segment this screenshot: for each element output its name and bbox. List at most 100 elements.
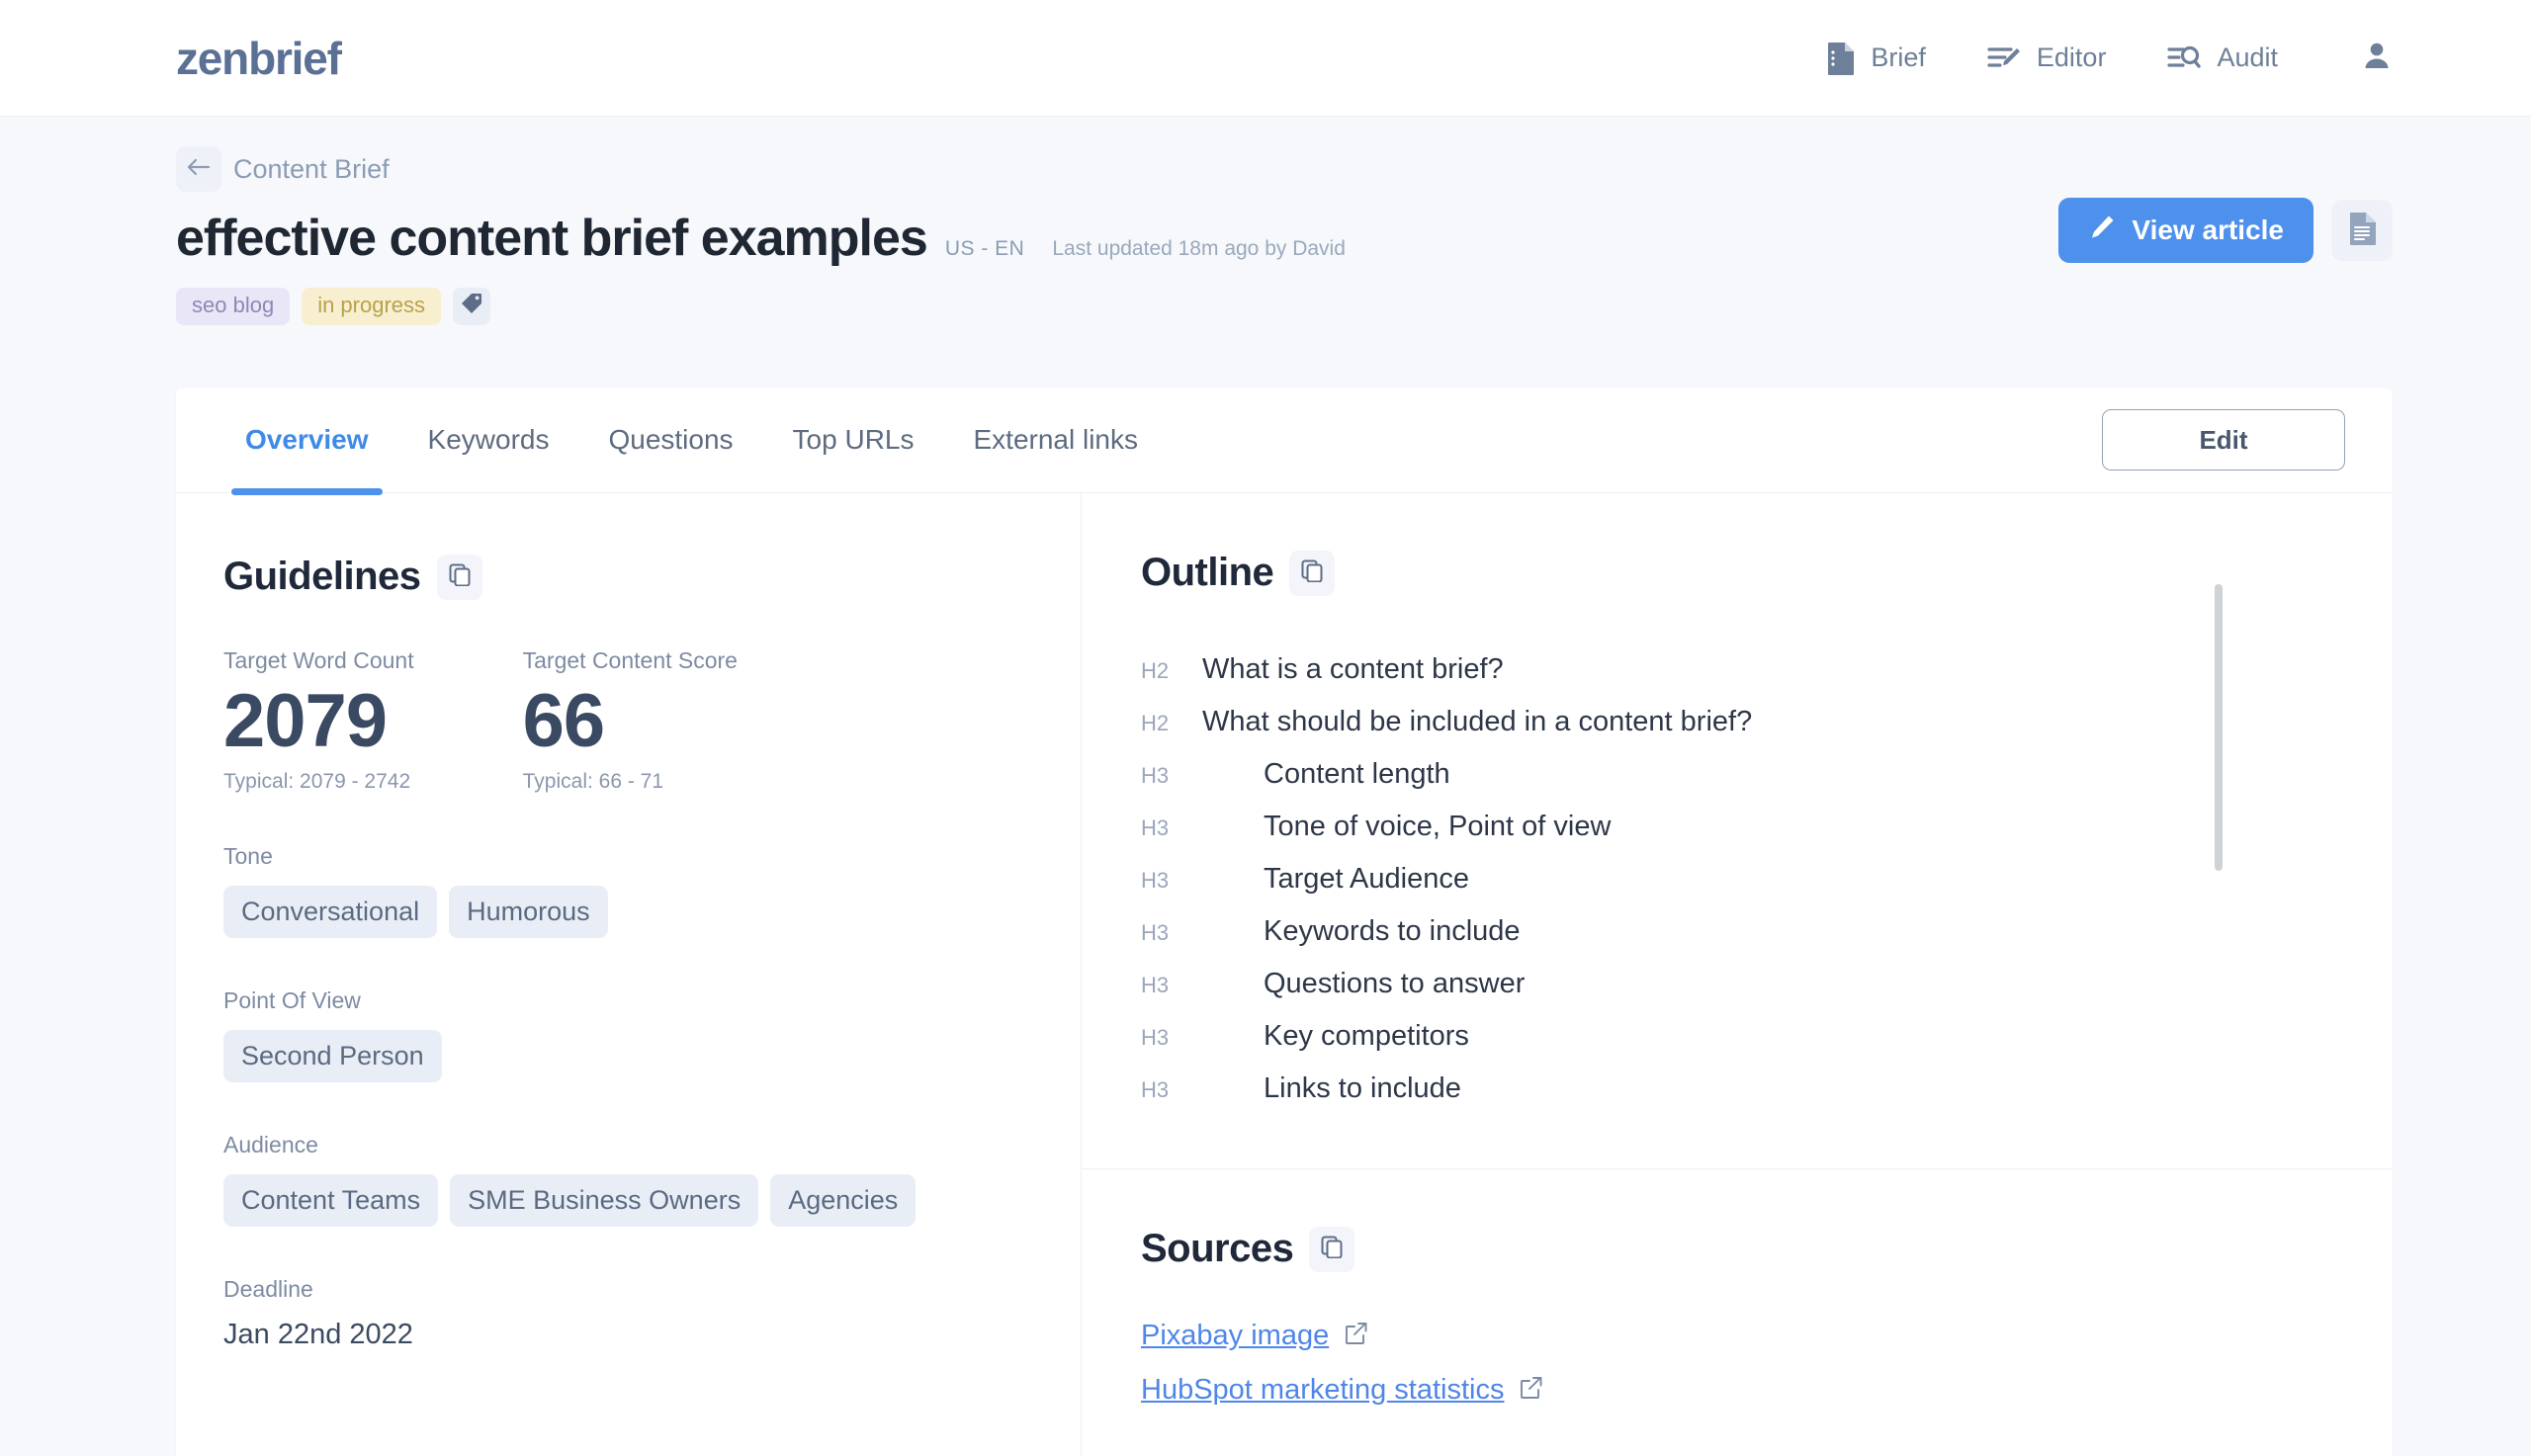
last-updated-label: Last updated 18m ago by David	[1052, 236, 1346, 260]
status-badge[interactable]: seo blog	[176, 287, 291, 325]
chip: Conversational	[223, 886, 438, 939]
field-deadline: Deadline Jan 22nd 2022	[223, 1276, 1081, 1351]
outline-sources-panel: Outline H2 What is a content brief? H2 W…	[1082, 493, 2393, 1456]
outline-level: H2	[1141, 710, 1170, 735]
status-badge[interactable]: in progress	[302, 287, 442, 325]
copy-icon	[1320, 1235, 1344, 1263]
outline-level: H2	[1141, 657, 1170, 683]
outline-item: H3 Keywords to include	[1141, 905, 2393, 958]
outline-text: Links to include	[1264, 1071, 1461, 1104]
tab-external-links[interactable]: External links	[943, 388, 1168, 492]
audience-chips: Content Teams SME Business Owners Agenci…	[223, 1174, 1081, 1228]
copy-icon	[448, 562, 472, 591]
source-link-label: Pixabay image	[1141, 1319, 1330, 1351]
outline-item: H3 Questions to answer	[1141, 958, 2393, 1010]
chip: Humorous	[449, 886, 608, 939]
tab-overview[interactable]: Overview	[216, 388, 398, 495]
search-lines-icon	[2167, 43, 2202, 74]
chip: Agencies	[770, 1174, 916, 1228]
copy-guidelines-button[interactable]	[436, 554, 482, 600]
outline-item: H3 Tone of voice, Point of view	[1141, 801, 2393, 853]
nav-item-editor[interactable]: Editor	[1987, 43, 2106, 74]
app-header: zenbrief Brief Editor Audit	[0, 0, 2531, 117]
outline-text: Content length	[1264, 757, 1450, 790]
add-tag-button[interactable]	[453, 287, 491, 325]
copy-outline-button[interactable]	[1289, 550, 1336, 596]
tag-icon	[461, 293, 482, 319]
content-card: Overview Keywords Questions Top URLs Ext…	[176, 387, 2393, 1456]
metric-target-content-score: Target Content Score 66 Typical: 66 - 71	[523, 647, 738, 795]
outline-list: H2 What is a content brief? H2 What shou…	[1141, 643, 2393, 1115]
sources-header: Sources	[1141, 1226, 2393, 1272]
page-header: Content Brief effective content brief ex…	[0, 117, 2531, 325]
page-actions: View article	[2058, 198, 2393, 263]
breadcrumb-label[interactable]: Content Brief	[233, 154, 390, 185]
source-link-label: HubSpot marketing statistics	[1141, 1373, 1505, 1406]
metric-typical: Typical: 66 - 71	[522, 770, 664, 794]
arrow-left-icon	[187, 158, 211, 181]
tab-questions[interactable]: Questions	[578, 388, 762, 492]
document-icon	[2347, 212, 2377, 250]
outline-level: H3	[1141, 1076, 1170, 1102]
back-button[interactable]	[176, 146, 221, 192]
edit-button[interactable]: Edit	[2102, 409, 2345, 471]
tab-keywords[interactable]: Keywords	[398, 388, 579, 492]
outline-level: H3	[1141, 919, 1170, 945]
page-title: effective content brief examples	[176, 210, 928, 267]
nav-item-label: Brief	[1871, 43, 1926, 72]
main-nav: Brief Editor Audit	[1825, 40, 2393, 76]
app-logo[interactable]: zenbrief	[176, 32, 342, 85]
outline-text: Tone of voice, Point of view	[1264, 810, 1612, 842]
copy-icon	[1300, 558, 1324, 587]
outline-item: H3 Content length	[1141, 748, 2393, 801]
source-link-hubspot[interactable]: HubSpot marketing statistics	[1141, 1374, 1543, 1407]
metric-label: Target Word Count	[223, 646, 414, 673]
outline-item: H2 What should be included in a content …	[1141, 696, 2393, 748]
pencil-icon	[2088, 214, 2116, 248]
overview-columns: Guidelines Target Word Count 2079 Typica…	[176, 492, 2393, 1456]
chip: Second Person	[223, 1030, 442, 1083]
chip: SME Business Owners	[450, 1174, 759, 1228]
person-icon	[2361, 40, 2393, 76]
outline-header: Outline	[1141, 550, 2393, 596]
outline-text: What should be included in a content bri…	[1202, 705, 1753, 737]
sources-title: Sources	[1141, 1227, 1294, 1271]
account-button[interactable]	[2361, 40, 2393, 76]
view-article-button[interactable]: View article	[2058, 198, 2313, 263]
metric-label: Target Content Score	[522, 646, 738, 673]
tab-top-urls[interactable]: Top URLs	[763, 388, 944, 492]
field-point-of-view: Point Of View Second Person	[223, 987, 1081, 1083]
guideline-metrics: Target Word Count 2079 Typical: 2079 - 2…	[223, 647, 1081, 795]
locale-label: US - EN	[944, 236, 1025, 260]
outline-level: H3	[1141, 867, 1170, 893]
nav-item-brief[interactable]: Brief	[1825, 42, 1926, 75]
view-article-label: View article	[2132, 214, 2284, 245]
outline-scrollbar[interactable]	[2215, 583, 2223, 871]
source-link-pixabay[interactable]: Pixabay image	[1141, 1320, 1368, 1352]
field-label: Deadline	[223, 1276, 313, 1303]
metric-typical: Typical: 2079 - 2742	[223, 770, 411, 794]
copy-sources-button[interactable]	[1309, 1226, 1355, 1272]
guidelines-title: Guidelines	[223, 555, 421, 599]
outline-level: H3	[1141, 972, 1170, 997]
nav-item-audit[interactable]: Audit	[2167, 43, 2278, 74]
edit-lines-icon	[1987, 43, 2021, 74]
outline-item: H3 Key competitors	[1141, 1010, 2393, 1063]
field-audience: Audience Content Teams SME Business Owne…	[223, 1132, 1081, 1228]
outline-level: H3	[1141, 814, 1170, 840]
outline-text: Key competitors	[1264, 1019, 1469, 1052]
outline-item: H3 Links to include	[1141, 1063, 2393, 1115]
sources-panel: Sources Pixabay image HubSpot marketing …	[1082, 1169, 2393, 1456]
outline-item: H3 Target Audience	[1141, 853, 2393, 905]
outline-text: Keywords to include	[1264, 914, 1521, 947]
external-link-icon	[1520, 1376, 1543, 1405]
tabs: Overview Keywords Questions Top URLs Ext…	[216, 388, 1168, 495]
open-document-button[interactable]	[2331, 200, 2393, 261]
field-tone: Tone Conversational Humorous	[223, 843, 1081, 939]
outline-text: Questions to answer	[1264, 967, 1526, 999]
outline-panel: Outline H2 What is a content brief? H2 W…	[1082, 493, 2393, 1169]
document-icon	[1825, 42, 1855, 75]
external-link-icon	[1345, 1322, 1368, 1350]
point-of-view-chips: Second Person	[223, 1030, 1081, 1083]
field-label: Tone	[223, 843, 273, 870]
